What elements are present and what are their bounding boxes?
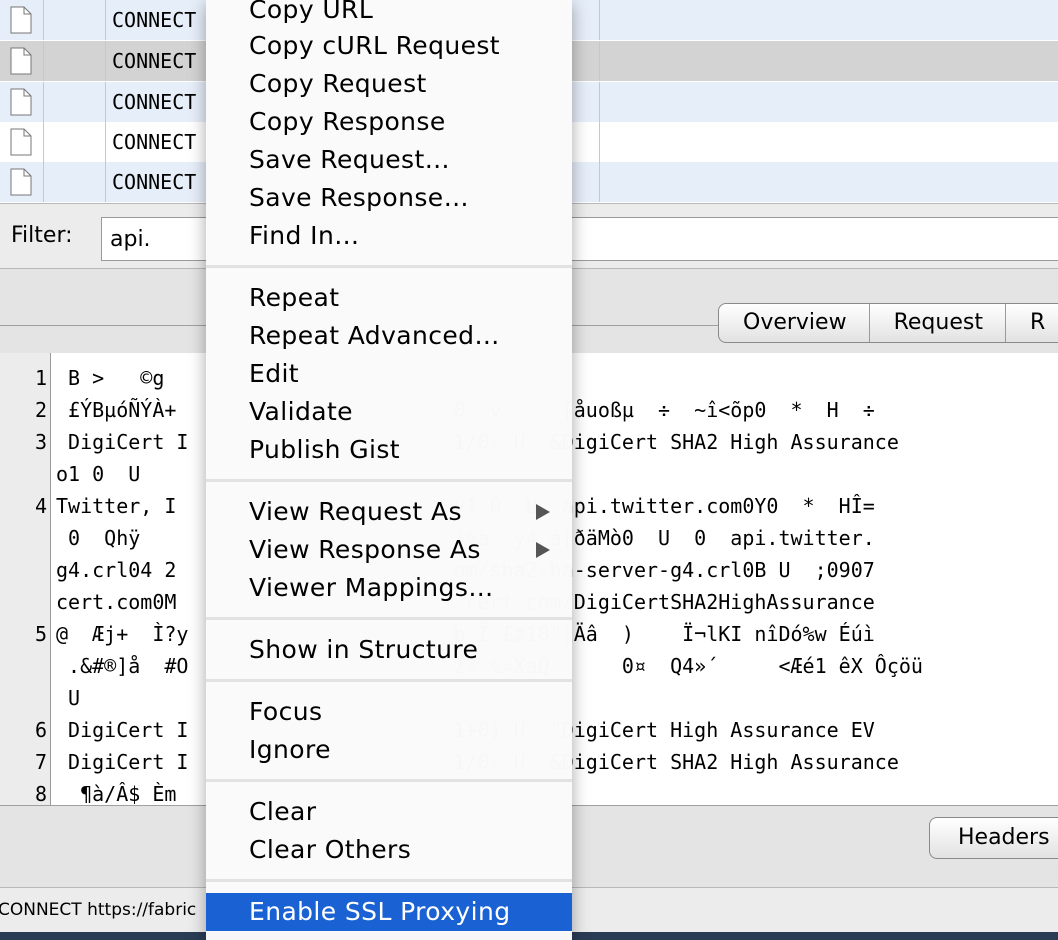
menu-separator <box>206 879 572 882</box>
line-number-gutter: 1 2 3 4 5 6 7 8 <box>0 353 51 805</box>
menu-item-repeat[interactable]: Repeat <box>206 279 572 317</box>
document-icon <box>10 128 32 156</box>
menu-separator <box>206 779 572 782</box>
menu-item-edit[interactable]: Edit <box>206 355 572 393</box>
menu-separator <box>206 479 572 482</box>
menu-item-clear-others[interactable]: Clear Others <box>206 831 572 869</box>
line-number: 4 <box>34 494 47 518</box>
menu-item-view-response-as[interactable]: View Response As <box>206 531 572 569</box>
document-icon <box>10 47 32 75</box>
menu-item-label: View Request As <box>249 497 462 526</box>
menu-item-find-in[interactable]: Find In… <box>206 217 572 255</box>
context-menu: Copy URL Copy cURL Request Copy Request … <box>206 0 572 940</box>
menu-item-enable-ssl-proxying[interactable]: Enable SSL Proxying <box>206 893 572 931</box>
line-number: 5 <box>34 622 47 646</box>
menu-item-clear[interactable]: Clear <box>206 793 572 831</box>
document-icon <box>10 168 32 196</box>
menu-item-save-response[interactable]: Save Response… <box>206 179 572 217</box>
headers-button[interactable]: Headers <box>929 817 1058 859</box>
menu-item-label: View Response As <box>249 535 481 564</box>
menu-item-repeat-advanced[interactable]: Repeat Advanced… <box>206 317 572 355</box>
document-icon <box>10 6 32 34</box>
menu-separator <box>206 617 572 620</box>
menu-item-copy-curl-request[interactable]: Copy cURL Request <box>206 27 572 65</box>
line-number: 7 <box>34 750 47 774</box>
line-number: 6 <box>34 718 47 742</box>
tab-request[interactable]: Request <box>870 304 1006 342</box>
line-number: 2 <box>34 398 47 422</box>
line-number: 3 <box>34 430 47 454</box>
menu-separator <box>206 679 572 682</box>
tab-group: Overview Request R <box>718 303 1058 343</box>
menu-item-focus[interactable]: Focus <box>206 693 572 731</box>
menu-separator <box>206 265 572 268</box>
line-number: 1 <box>34 366 47 390</box>
menu-item-copy-response[interactable]: Copy Response <box>206 103 572 141</box>
menu-item-publish-gist[interactable]: Publish Gist <box>206 431 572 469</box>
menu-item-ignore[interactable]: Ignore <box>206 731 572 769</box>
submenu-arrow-icon <box>536 504 550 520</box>
menu-item-save-request[interactable]: Save Request… <box>206 141 572 179</box>
menu-item-validate[interactable]: Validate <box>206 393 572 431</box>
document-icon <box>10 88 32 116</box>
tab-overview[interactable]: Overview <box>719 304 870 342</box>
menu-item-copy-request[interactable]: Copy Request <box>206 65 572 103</box>
tab-response[interactable]: R <box>1006 304 1058 342</box>
menu-item-viewer-mappings[interactable]: Viewer Mappings… <box>206 569 572 607</box>
menu-item-view-request-as[interactable]: View Request As <box>206 493 572 531</box>
status-text: CONNECT https://fabric <box>0 900 197 920</box>
menu-item-show-in-structure[interactable]: Show in Structure <box>206 631 572 669</box>
submenu-arrow-icon <box>536 542 550 558</box>
menu-item-copy-url[interactable]: Copy URL <box>206 0 572 29</box>
filter-label: Filter: <box>11 223 73 248</box>
line-number: 8 <box>34 782 47 805</box>
